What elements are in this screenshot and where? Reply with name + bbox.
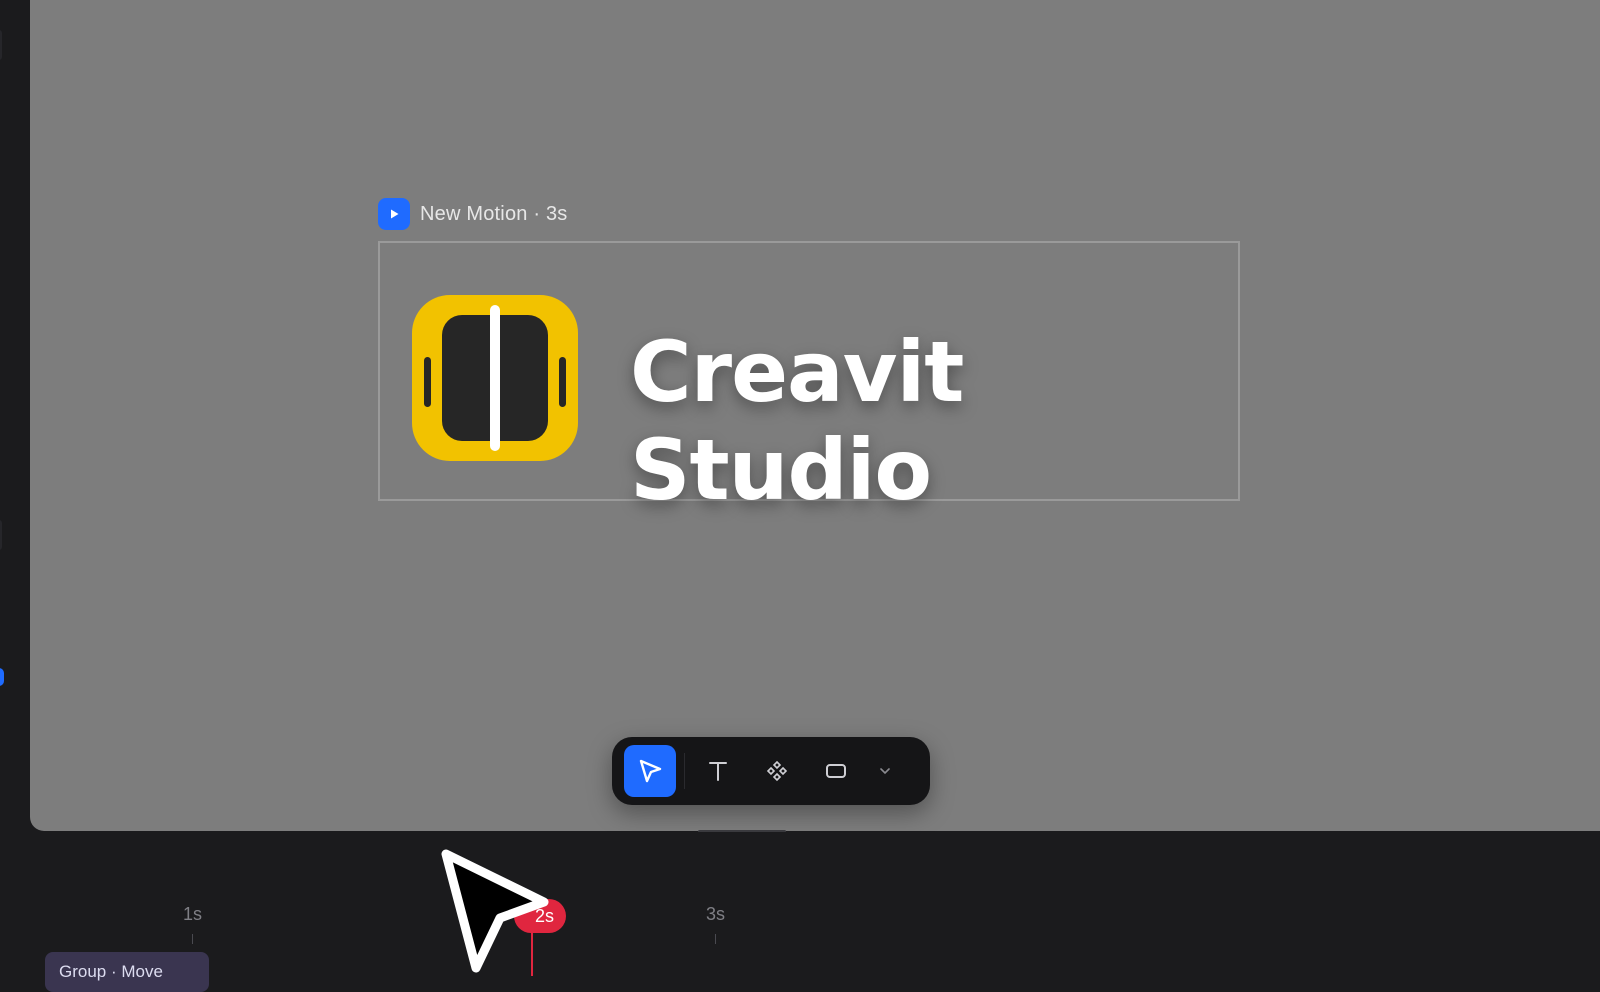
- tick-mark: [715, 934, 716, 944]
- timeline-panel[interactable]: 1s 3s 2s Group · Move: [0, 832, 1600, 992]
- play-icon[interactable]: [378, 198, 410, 230]
- rectangle-icon: [826, 764, 846, 778]
- mouse-pointer-icon: [441, 849, 549, 973]
- clip-label: Group · Move: [59, 962, 163, 981]
- more-tools-dropdown[interactable]: [870, 746, 900, 796]
- text-tool-button[interactable]: [693, 746, 743, 796]
- component-diamond-icon: [766, 760, 788, 782]
- frame-title: New Motion · 3s: [420, 202, 568, 225]
- frame-label[interactable]: New Motion · 3s: [378, 198, 568, 230]
- left-rail: [0, 0, 30, 976]
- component-tool-button[interactable]: [752, 746, 802, 796]
- rail-marker: [0, 520, 2, 550]
- cursor-arrow-icon: [639, 759, 662, 783]
- design-canvas[interactable]: New Motion · 3s Creavit Studio: [30, 0, 1600, 831]
- select-tool-button[interactable]: [624, 745, 676, 797]
- tick-mark: [192, 934, 193, 944]
- bottom-toolbar: [612, 737, 930, 805]
- rail-marker: [0, 30, 2, 60]
- motion-frame[interactable]: Creavit Studio: [378, 241, 1240, 519]
- tick-label: 3s: [706, 904, 726, 924]
- chevron-down-icon: [880, 768, 890, 775]
- tick-label: 1s: [183, 904, 203, 924]
- creavit-logo-icon: [412, 295, 578, 461]
- shape-tool-button[interactable]: [811, 746, 861, 796]
- toolbar-divider: [684, 753, 685, 789]
- brand-title: Creavit Studio: [630, 323, 964, 519]
- timeline-clip[interactable]: Group · Move: [45, 952, 209, 992]
- rail-active-indicator: [0, 668, 4, 686]
- text-t-icon: [709, 762, 727, 781]
